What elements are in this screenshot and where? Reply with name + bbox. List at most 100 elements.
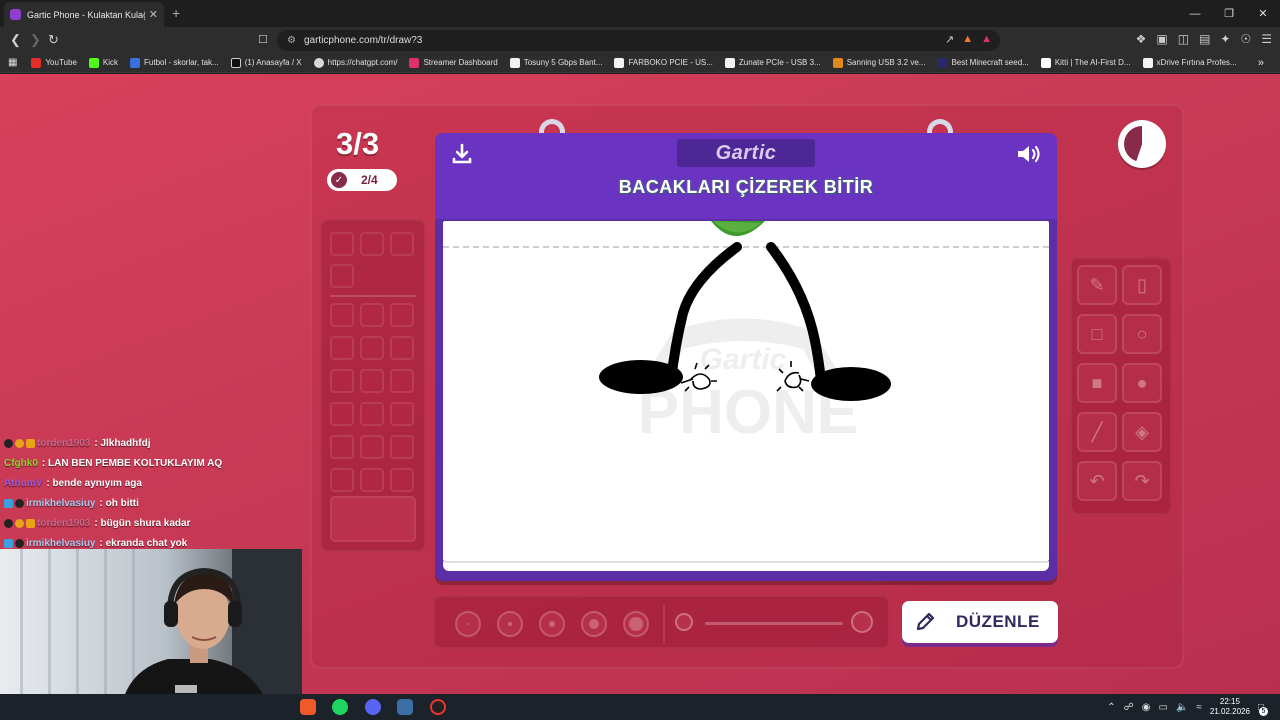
url-text[interactable]: garticphone.com/tr/draw?3: [304, 35, 422, 46]
color-swatch[interactable]: [330, 232, 354, 256]
opacity-min-knob[interactable]: [675, 613, 693, 631]
bookmark-item[interactable]: Tosuny 5 Gbps Bant...: [509, 57, 602, 68]
wifi-icon[interactable]: ≈: [1196, 702, 1202, 713]
bookmark-item[interactable]: Best Minecraft seed...: [937, 57, 1029, 68]
pencil-icon: [916, 612, 935, 631]
bookmark-item[interactable]: Kick: [88, 57, 118, 68]
network-icon[interactable]: ☍: [1124, 702, 1134, 713]
opacity-slider-knob[interactable]: [851, 611, 873, 633]
color-swatch[interactable]: [360, 303, 384, 327]
brave-shields-icon[interactable]: ▲: [962, 33, 973, 46]
edit-button[interactable]: DÜZENLE: [902, 601, 1058, 643]
bookmark-item[interactable]: Streamer Dashboard: [409, 57, 498, 68]
brave-rewards-icon[interactable]: ▲: [981, 33, 992, 46]
forward-icon[interactable]: ❯: [30, 32, 41, 48]
circle-tool-icon[interactable]: ○: [1122, 314, 1162, 354]
bookmark-item[interactable]: Zunate PCIe - USB 3...: [724, 57, 821, 68]
color-swatch[interactable]: [330, 303, 354, 327]
leo-ai-icon[interactable]: ✦: [1220, 32, 1230, 46]
drawn-left-foot: [599, 360, 683, 394]
extensions-icon[interactable]: ❖: [1136, 32, 1147, 46]
download-icon[interactable]: [451, 143, 473, 165]
microphone-icon[interactable]: ◉: [1142, 702, 1151, 713]
spotify-taskbar-icon[interactable]: [332, 699, 348, 715]
filled-rectangle-tool-icon[interactable]: ■: [1077, 363, 1117, 403]
brave-taskbar-icon[interactable]: [300, 699, 316, 715]
color-swatch[interactable]: [360, 336, 384, 360]
redo-icon[interactable]: ↷: [1122, 461, 1162, 501]
share-icon[interactable]: ↗: [945, 33, 954, 46]
bookmark-item[interactable]: Kitti | The AI-First D...: [1040, 57, 1131, 68]
address-bar[interactable]: ⚙ garticphone.com/tr/draw?3 ↗ ▲ ▲: [277, 30, 1000, 51]
restore-button[interactable]: ❐: [1212, 0, 1246, 27]
back-icon[interactable]: ❮: [10, 32, 21, 48]
current-color-swatch[interactable]: [330, 496, 416, 542]
bookmark-item[interactable]: https://chatgpt.com/: [313, 57, 397, 68]
color-swatch[interactable]: [390, 435, 414, 459]
fill-bucket-tool-icon[interactable]: ◈: [1122, 412, 1162, 452]
color-swatch[interactable]: [360, 232, 384, 256]
tab-close-icon[interactable]: ✕: [149, 8, 158, 21]
color-swatch[interactable]: [360, 468, 384, 492]
eraser-tool-icon[interactable]: ▯: [1122, 265, 1162, 305]
bookmark-item[interactable]: FARBOKO PCIE - US...: [614, 57, 713, 68]
color-swatch[interactable]: [360, 369, 384, 393]
color-swatch[interactable]: [330, 402, 354, 426]
brush-size-5[interactable]: [623, 611, 649, 637]
show-hidden-icons-icon[interactable]: ⌃: [1107, 702, 1115, 713]
undo-icon[interactable]: ↶: [1077, 461, 1117, 501]
app-taskbar-icon[interactable]: [397, 699, 413, 715]
sidebar-icon[interactable]: ◫: [1178, 32, 1189, 46]
sound-icon[interactable]: [1015, 143, 1043, 165]
bookmark-item[interactable]: Sanning USB 3.2 ve...: [832, 57, 925, 68]
reload-icon[interactable]: ↻: [48, 32, 59, 48]
task-instruction: BACAKLARI ÇİZEREK BİTİR: [618, 177, 874, 197]
color-swatch[interactable]: [390, 402, 414, 426]
new-tab-button[interactable]: +: [172, 5, 180, 21]
volume-icon[interactable]: 🔈: [1176, 702, 1188, 713]
drawing-canvas[interactable]: Gartic PHONE: [443, 221, 1049, 561]
browser-tab[interactable]: Gartic Phone - Kulaktan Kulağa ✕: [4, 2, 164, 27]
color-swatch[interactable]: [390, 468, 414, 492]
color-swatch[interactable]: [360, 435, 384, 459]
color-swatch[interactable]: [330, 336, 354, 360]
brush-size-3[interactable]: [539, 611, 565, 637]
bookmark-item[interactable]: (1) Anasayfa / X: [230, 57, 302, 68]
rectangle-tool-icon[interactable]: □: [1077, 314, 1117, 354]
close-window-button[interactable]: ✕: [1246, 0, 1280, 27]
filled-circle-tool-icon[interactable]: ●: [1122, 363, 1162, 403]
bookmark-item[interactable]: xDrive Fırtına Profes...: [1142, 57, 1237, 68]
bookmark-item[interactable]: Futbol - skorlar, tak...: [130, 57, 219, 68]
minimize-button[interactable]: —: [1178, 0, 1212, 27]
color-swatch[interactable]: [330, 264, 354, 288]
color-swatch[interactable]: [390, 369, 414, 393]
color-swatch[interactable]: [390, 232, 414, 256]
brush-size-1[interactable]: [455, 611, 481, 637]
color-swatch[interactable]: [360, 402, 384, 426]
site-info-icon[interactable]: ⚙: [287, 35, 296, 46]
vpn-icon[interactable]: ☉: [1240, 32, 1251, 46]
color-swatch[interactable]: [330, 468, 354, 492]
bookmark-icon[interactable]: ☐: [258, 32, 268, 48]
color-swatch[interactable]: [330, 435, 354, 459]
tab-search-icon[interactable]: ▣: [1156, 32, 1167, 46]
clock[interactable]: 22:15 21.02.2026: [1210, 697, 1250, 717]
battery-icon[interactable]: ▭: [1159, 702, 1168, 713]
color-swatch[interactable]: [330, 369, 354, 393]
color-swatch[interactable]: [390, 303, 414, 327]
notification-icon[interactable]: □5: [1258, 702, 1268, 716]
brush-size-4[interactable]: [581, 611, 607, 637]
discord-taskbar-icon[interactable]: [365, 699, 381, 715]
apps-grid-icon[interactable]: ▦: [8, 57, 17, 68]
line-tool-icon[interactable]: ╱: [1077, 412, 1117, 452]
opacity-slider-track[interactable]: [705, 622, 843, 625]
pen-tool-icon[interactable]: ✎: [1077, 265, 1117, 305]
brush-size-2[interactable]: [497, 611, 523, 637]
menu-icon[interactable]: ☰: [1261, 32, 1272, 46]
bookmark-item[interactable]: YouTube: [31, 57, 77, 68]
more-bookmarks-icon[interactable]: »: [1258, 57, 1264, 69]
wallet-icon[interactable]: ▤: [1199, 32, 1210, 46]
window-controls: — ❐ ✕: [1178, 0, 1280, 27]
color-swatch[interactable]: [390, 336, 414, 360]
obs-taskbar-icon[interactable]: [430, 699, 446, 715]
